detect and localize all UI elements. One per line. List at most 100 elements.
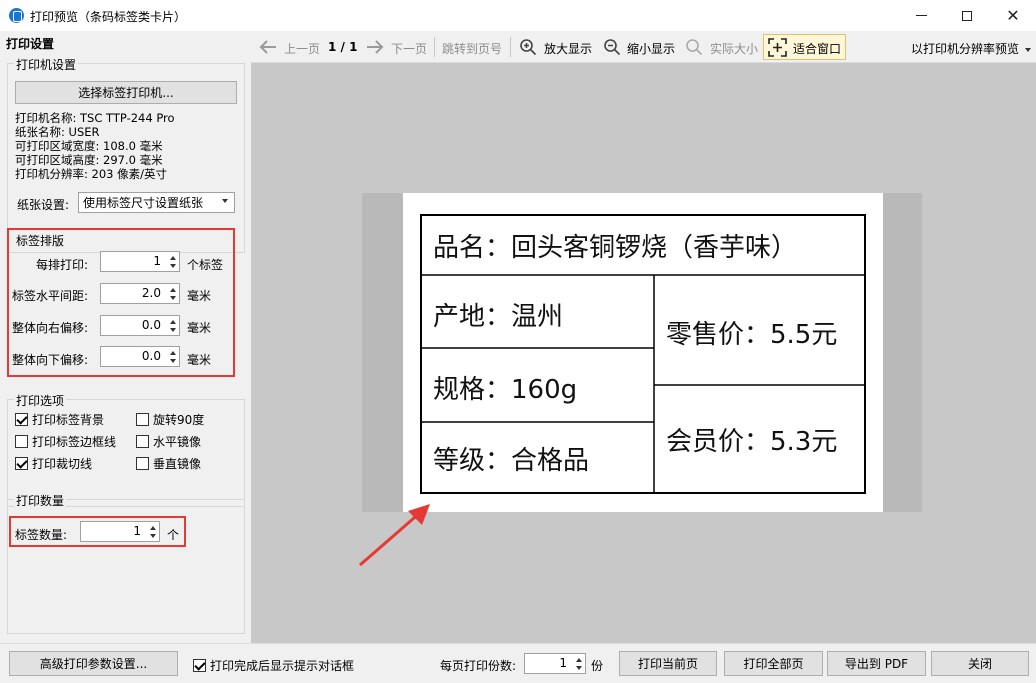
label-origin: 产地：温州: [433, 302, 564, 332]
stepper-up-icon[interactable]: [170, 288, 176, 292]
toolbar-separator: [434, 37, 435, 57]
stepper-value: 2.0: [141, 286, 161, 300]
stepper-up-icon[interactable]: [170, 256, 176, 260]
checkbox-checked-icon: [15, 457, 28, 470]
print-height-info: 可打印区域高度: 297.0 毫米: [15, 153, 163, 167]
stepper-down-icon[interactable]: [170, 296, 176, 300]
actual-size-button[interactable]: 实际大小: [710, 40, 758, 57]
stepper-value: 1: [559, 656, 567, 670]
close-dialog-button[interactable]: 关闭: [931, 651, 1029, 676]
per-row-unit: 个标签: [187, 258, 224, 272]
label-grade: 等级：合格品: [433, 446, 590, 476]
minimize-button[interactable]: [898, 0, 944, 31]
stepper-down-icon[interactable]: [170, 264, 176, 268]
quantity-unit: 个: [167, 528, 180, 542]
prev-page-button[interactable]: 上一页: [284, 40, 320, 57]
chevron-down-icon: [222, 199, 228, 203]
checkbox-label: 垂直镜像: [153, 457, 202, 471]
maximize-button[interactable]: [944, 0, 990, 31]
label-retail-price: 零售价：5.5元: [666, 320, 838, 350]
offset-right-unit: 毫米: [187, 321, 212, 335]
print-background-checkbox[interactable]: 打印标签背景: [15, 411, 104, 428]
horizontal-mirror-checkbox[interactable]: 水平镜像: [136, 433, 201, 450]
quantity-stepper[interactable]: 1: [80, 521, 160, 542]
paper-name-info: 纸张名称: USER: [15, 125, 100, 139]
preview-toolbar: 上一页 1 / 1 下一页 跳转到页号 放大显示 缩小显示 实际大小 适合窗口 …: [251, 31, 1036, 63]
label-spec: 规格：160g: [433, 375, 578, 405]
label-paper: 品名：回头客铜锣烧（香芋味） 产地：温州 规格：160g 等级：合格品 零售价：…: [403, 193, 883, 512]
stepper-down-icon[interactable]: [150, 534, 156, 538]
quantity-label: 标签数量:: [15, 528, 68, 542]
copies-label: 每页打印份数:: [440, 659, 517, 673]
stepper-value: 0.0: [141, 349, 161, 363]
zoom-in-button[interactable]: 放大显示: [544, 40, 592, 57]
label-product-name: 品名：回头客铜锣烧（香芋味）: [433, 233, 798, 263]
bottom-bar: 高级打印参数设置... 打印完成后显示提示对话框 每页打印份数: 1 份 打印当…: [0, 643, 1036, 683]
group-title: 打印数量: [14, 492, 67, 509]
checkbox-checked-icon: [193, 659, 206, 672]
offset-right-stepper[interactable]: 0.0: [100, 315, 180, 336]
checkbox-label: 打印完成后显示提示对话框: [210, 659, 355, 673]
resolution-preview-label: 以打印机分辨率预览: [911, 42, 1020, 56]
zoom-in-icon: [520, 39, 537, 56]
title-bar: 打印预览（条码标签类卡片） ✕: [0, 0, 1036, 31]
print-cut-line-checkbox[interactable]: 打印裁切线: [15, 455, 92, 472]
offset-right-label: 整体向右偏移:: [12, 321, 89, 335]
export-pdf-button[interactable]: 导出到 PDF: [827, 651, 926, 676]
preview-canvas[interactable]: 品名：回头客铜锣烧（香芋味） 产地：温州 规格：160g 等级：合格品 零售价：…: [251, 63, 1036, 643]
paper-setting-label: 纸张设置:: [17, 198, 70, 212]
paper-setting-value: 使用标签尺寸设置纸张: [83, 196, 204, 210]
toolbar-separator: [510, 37, 511, 57]
close-icon: ✕: [1006, 6, 1020, 25]
maximize-icon: [962, 10, 972, 21]
group-title: 打印选项: [14, 392, 67, 409]
stepper-up-icon[interactable]: [576, 658, 582, 662]
copies-unit: 份: [591, 659, 604, 673]
print-border-checkbox[interactable]: 打印标签边框线: [15, 433, 116, 450]
fit-window-button[interactable]: 适合窗口: [763, 34, 846, 60]
per-row-stepper[interactable]: 1: [100, 251, 180, 272]
show-dialog-checkbox[interactable]: 打印完成后显示提示对话框: [193, 657, 354, 674]
offset-down-unit: 毫米: [187, 353, 212, 367]
stepper-down-icon[interactable]: [170, 359, 176, 363]
stepper-up-icon[interactable]: [170, 320, 176, 324]
resolution-preview-dropdown[interactable]: 以打印机分辨率预览: [911, 40, 1031, 57]
close-button[interactable]: ✕: [990, 0, 1036, 31]
checkbox-unchecked-icon: [136, 457, 149, 470]
app-icon: [9, 8, 24, 23]
stepper-down-icon[interactable]: [170, 328, 176, 332]
goto-page-button[interactable]: 跳转到页号: [442, 40, 502, 57]
minimize-icon: [915, 15, 927, 16]
checkbox-unchecked-icon: [136, 413, 149, 426]
h-spacing-label: 标签水平间距:: [12, 289, 89, 303]
copies-stepper[interactable]: 1: [524, 653, 586, 674]
vertical-mirror-checkbox[interactable]: 垂直镜像: [136, 455, 201, 472]
checkbox-label: 打印裁切线: [32, 457, 93, 471]
print-settings-panel: 打印设置 打印机设置 选择标签打印机... 打印机名称: TSC TTP-244…: [0, 31, 251, 643]
advanced-settings-button[interactable]: 高级打印参数设置...: [9, 651, 178, 676]
stepper-up-icon[interactable]: [170, 351, 176, 355]
stepper-down-icon[interactable]: [576, 666, 582, 670]
h-spacing-stepper[interactable]: 2.0: [100, 283, 180, 304]
checkbox-checked-icon: [15, 413, 28, 426]
window-title: 打印预览（条码标签类卡片）: [30, 10, 187, 24]
offset-down-label: 整体向下偏移:: [12, 353, 89, 367]
checkbox-unchecked-icon: [15, 435, 28, 448]
next-page-button[interactable]: 下一页: [391, 40, 427, 57]
rotate-90-checkbox[interactable]: 旋转90度: [136, 411, 204, 428]
print-all-button[interactable]: 打印全部页: [724, 651, 823, 676]
annotation-arrow-icon: [359, 504, 430, 567]
zoom-out-button[interactable]: 缩小显示: [627, 40, 675, 57]
paper-setting-select[interactable]: 使用标签尺寸设置纸张: [78, 192, 235, 213]
fit-window-label: 适合窗口: [793, 42, 842, 56]
printer-resolution-info: 打印机分辨率: 203 像素/英寸: [15, 167, 168, 181]
group-title: 打印机设置: [14, 56, 79, 73]
stepper-up-icon[interactable]: [150, 526, 156, 530]
page-indicator: 1 / 1: [328, 40, 358, 54]
fit-window-icon: [768, 38, 787, 57]
checkbox-label: 水平镜像: [153, 435, 202, 449]
offset-down-stepper[interactable]: 0.0: [100, 346, 180, 367]
zoom-out-icon: [604, 39, 621, 56]
print-current-button[interactable]: 打印当前页: [619, 651, 717, 676]
select-printer-button[interactable]: 选择标签打印机...: [15, 81, 237, 104]
